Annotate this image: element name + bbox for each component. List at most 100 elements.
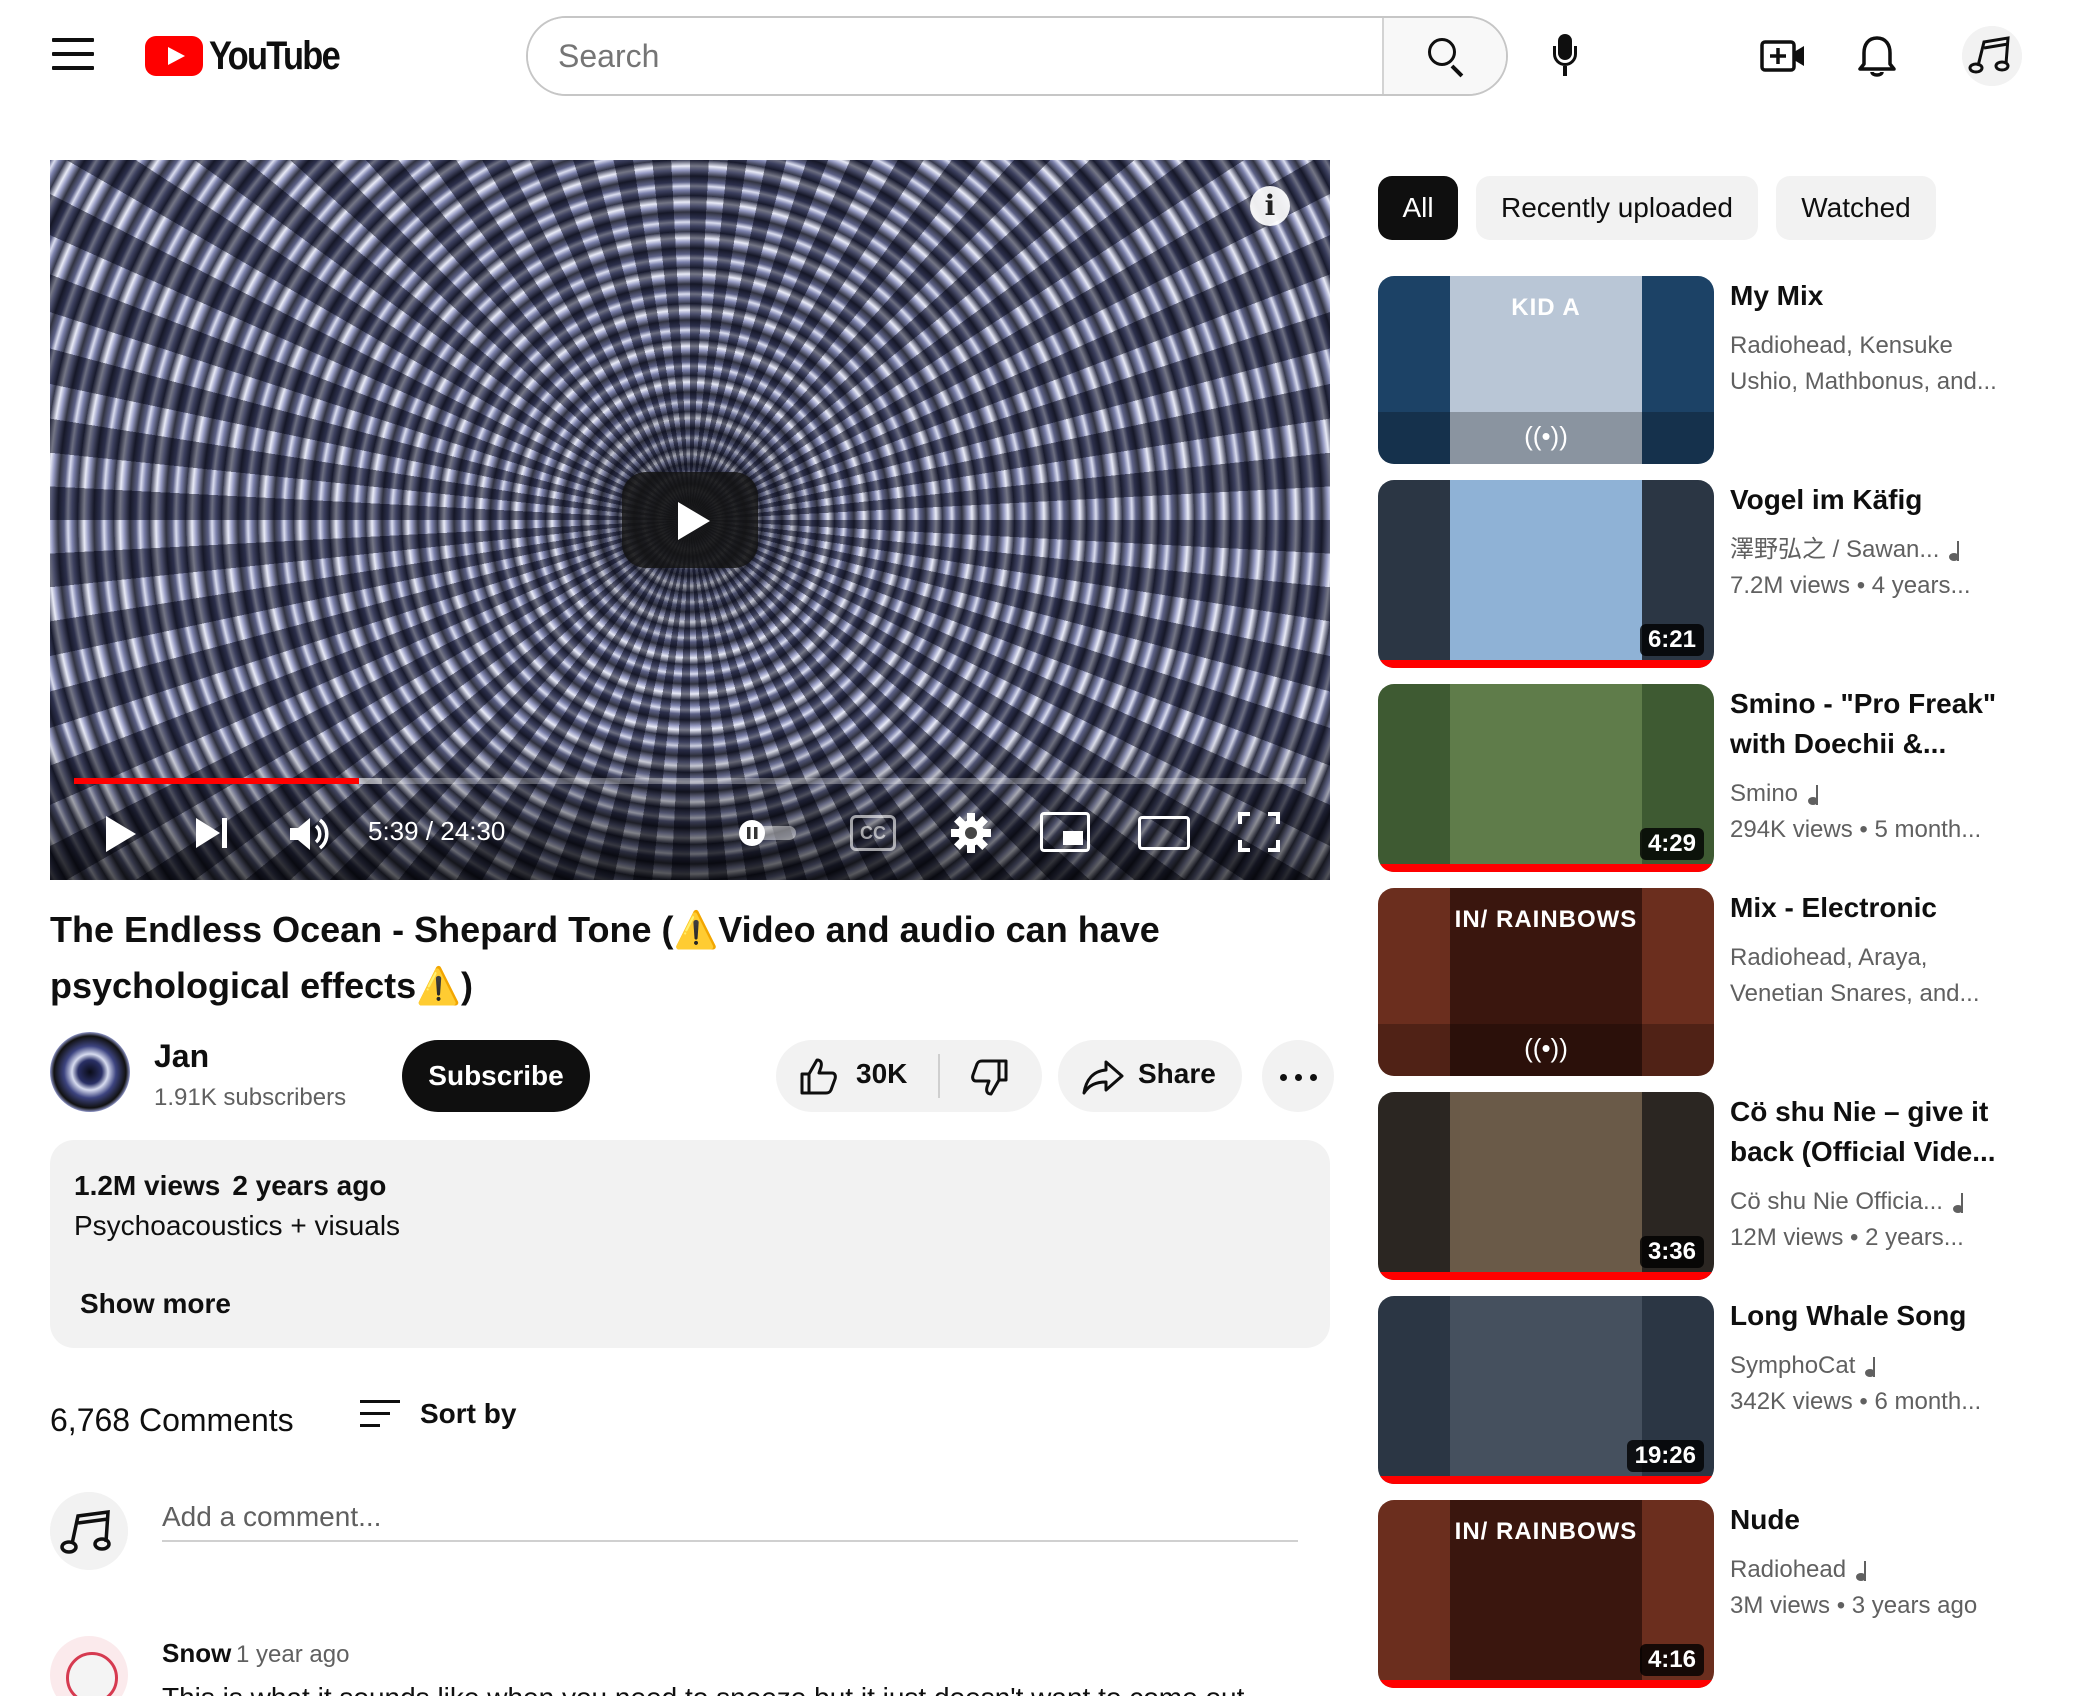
chip-recently-uploaded[interactable]: Recently uploaded	[1476, 176, 1758, 240]
recommended-meta: 12M views • 2 years...	[1730, 1220, 2020, 1256]
chip-all[interactable]: All	[1378, 176, 1458, 240]
channel-avatar[interactable]	[50, 1032, 130, 1112]
comment-time[interactable]: 1 year ago	[236, 1641, 349, 1669]
music-note-icon	[1949, 540, 1965, 561]
recommended-video[interactable]: 4:29 Smino - "Pro Freak" with Doechii &..…	[1378, 684, 2028, 872]
video-duration: 6:21	[1639, 624, 1704, 656]
large-play-button[interactable]	[622, 472, 758, 568]
description-stats: 1.2M views 2 years ago	[74, 1170, 398, 1202]
recommended-channel[interactable]: Radiohead, Kensuke	[1730, 328, 2020, 364]
youtube-logo-icon	[145, 36, 203, 76]
volume-icon[interactable]	[288, 814, 334, 854]
search-input[interactable]	[528, 18, 1382, 94]
youtube-logo[interactable]: YouTube	[145, 34, 360, 78]
autoplay-toggle[interactable]	[736, 818, 800, 848]
recommended-video-title[interactable]: Mix - Electronic music	[1730, 888, 2020, 928]
mix-radio-icon: ((•))	[1378, 412, 1714, 464]
recommended-meta: 7.2M views • 4 years...	[1730, 568, 2020, 604]
meta-text: 3M views • 3 years ago	[1730, 1592, 1978, 1619]
video-thumbnail[interactable]: 19:26	[1378, 1296, 1714, 1484]
recommended-video-title[interactable]: Smino - "Pro Freak" with Doechii &...	[1730, 684, 2020, 764]
recommended-video[interactable]: IN/ RAINBOWS 4:16 Nude Radiohead 3M views • …	[1378, 1500, 2028, 1688]
video-thumbnail[interactable]: 4:29	[1378, 684, 1714, 872]
recommended-video-title[interactable]: My Mix	[1730, 276, 2020, 316]
thumbnail-artwork	[1450, 480, 1642, 668]
chip-watched[interactable]: Watched	[1776, 176, 1936, 240]
watched-progress-bar	[1378, 1272, 1714, 1280]
miniplayer-icon[interactable]	[1040, 812, 1090, 852]
recommended-video[interactable]: 6:21 Vogel im Käfig 澤野弘之 / Sawan... 7.2M vi…	[1378, 480, 2028, 668]
recommended-channel[interactable]: Radiohead	[1730, 1552, 2020, 1588]
logo-text: YouTube	[209, 33, 341, 78]
video-thumbnail[interactable]: KID A ((•))	[1378, 276, 1714, 464]
meta-text: 7.2M views • 4 years...	[1730, 572, 1971, 599]
next-video-icon[interactable]	[196, 816, 232, 850]
fullscreen-icon[interactable]	[1238, 812, 1280, 852]
video-thumbnail[interactable]: IN/ RAINBOWS ((•))	[1378, 888, 1714, 1076]
channel-text: SymphoCat	[1730, 1352, 1856, 1379]
watched-progress-bar	[1378, 660, 1714, 668]
thumbnail-artwork	[1450, 1092, 1642, 1280]
time-display: 5:39 / 24:30	[368, 816, 506, 846]
recommended-video[interactable]: KID A ((•)) My Mix Radiohead, Kensuke Ushio,…	[1378, 276, 2028, 464]
music-note-icon	[1952, 1192, 1969, 1213]
recommended-meta: Ushio, Mathbonus, and...	[1730, 364, 2020, 400]
channel-name[interactable]: Jan	[154, 1038, 209, 1075]
sort-icon[interactable]	[360, 1400, 400, 1432]
recommended-meta: Venetian Snares, and...	[1730, 976, 2020, 1012]
recommended-video[interactable]: 19:26 Long Whale Song SymphoCat 342K views …	[1378, 1296, 2028, 1484]
top-bar: YouTube	[0, 0, 2086, 112]
info-icon[interactable]: i	[1250, 186, 1290, 226]
video-player[interactable]: i 5:39 / 24:30 CC	[50, 160, 1330, 880]
recommended-channel[interactable]: 澤野弘之 / Sawan...	[1730, 532, 2020, 568]
settings-gear-icon[interactable]	[950, 812, 992, 854]
video-thumbnail[interactable]: 3:36	[1378, 1092, 1714, 1280]
upload-date: 2 years ago	[232, 1170, 387, 1201]
recommended-channel[interactable]: Cö shu Nie Officia...	[1730, 1184, 2020, 1220]
recommended-channel[interactable]: Radiohead, Araya,	[1730, 940, 2020, 976]
share-button[interactable]: Share	[1058, 1040, 1242, 1112]
video-thumbnail[interactable]: IN/ RAINBOWS 4:16	[1378, 1500, 1714, 1688]
show-more-button[interactable]: Show more	[80, 1288, 231, 1320]
video-title: The Endless Ocean - Shepard Tone (⚠️Vide…	[50, 909, 1160, 1006]
recommended-video-title[interactable]: Long Whale Song	[1730, 1296, 2020, 1336]
channel-text: 澤野弘之 / Sawan...	[1730, 536, 1940, 563]
recommended-video-title[interactable]: Cö shu Nie – give it back (Official Vide…	[1730, 1092, 2020, 1172]
search-button[interactable]	[1382, 18, 1506, 94]
more-actions-button[interactable]	[1262, 1040, 1334, 1112]
dislike-button[interactable]	[940, 1040, 1042, 1112]
like-dislike-group: 30K	[776, 1040, 1042, 1112]
recommended-channel[interactable]: Smino	[1730, 776, 2020, 812]
add-comment-input[interactable]	[162, 1494, 1298, 1542]
create-video-icon[interactable]	[1760, 38, 1806, 74]
notifications-bell-icon[interactable]	[1856, 34, 1898, 78]
meta-text: Venetian Snares, and...	[1730, 980, 1980, 1007]
subscribe-button[interactable]: Subscribe	[402, 1040, 590, 1112]
watched-progress-bar	[1378, 1680, 1714, 1688]
recommended-video-title[interactable]: Vogel im Käfig	[1730, 480, 2020, 520]
recommended-channel[interactable]: SymphoCat	[1730, 1348, 2020, 1384]
recommended-video[interactable]: 3:36 Cö shu Nie – give it back (Official …	[1378, 1092, 2028, 1280]
thumbs-up-icon	[800, 1058, 837, 1095]
account-avatar[interactable]	[1962, 26, 2022, 86]
thumbnail-artwork	[1450, 684, 1642, 872]
subscriber-count: 1.91K subscribers	[154, 1084, 347, 1111]
recommended-video[interactable]: IN/ RAINBOWS ((•)) Mix - Electronic music R…	[1378, 888, 2028, 1076]
video-thumbnail[interactable]: 6:21	[1378, 480, 1714, 668]
subtitles-button[interactable]: CC	[850, 815, 896, 851]
like-button[interactable]: 30K	[776, 1040, 938, 1112]
theater-mode-icon[interactable]	[1138, 816, 1190, 850]
video-duration: 19:26	[1626, 1440, 1704, 1472]
progress-bar[interactable]	[74, 778, 1306, 784]
thumbs-down-icon	[971, 1059, 1008, 1096]
menu-icon[interactable]	[52, 38, 94, 72]
microphone-icon[interactable]	[1550, 34, 1580, 78]
recommended-video-title[interactable]: Nude	[1730, 1500, 2020, 1540]
comment-count: 6,768 Comments	[50, 1402, 294, 1438]
comment-author[interactable]: Snow	[162, 1638, 231, 1669]
play-icon[interactable]	[104, 814, 138, 854]
description-box[interactable]: 1.2M views 2 years ago Psychoacoustics + …	[50, 1140, 1330, 1348]
commenter-avatar[interactable]	[50, 1636, 128, 1696]
sort-by-button[interactable]: Sort by	[420, 1398, 516, 1430]
music-note-icon	[1808, 784, 1824, 805]
